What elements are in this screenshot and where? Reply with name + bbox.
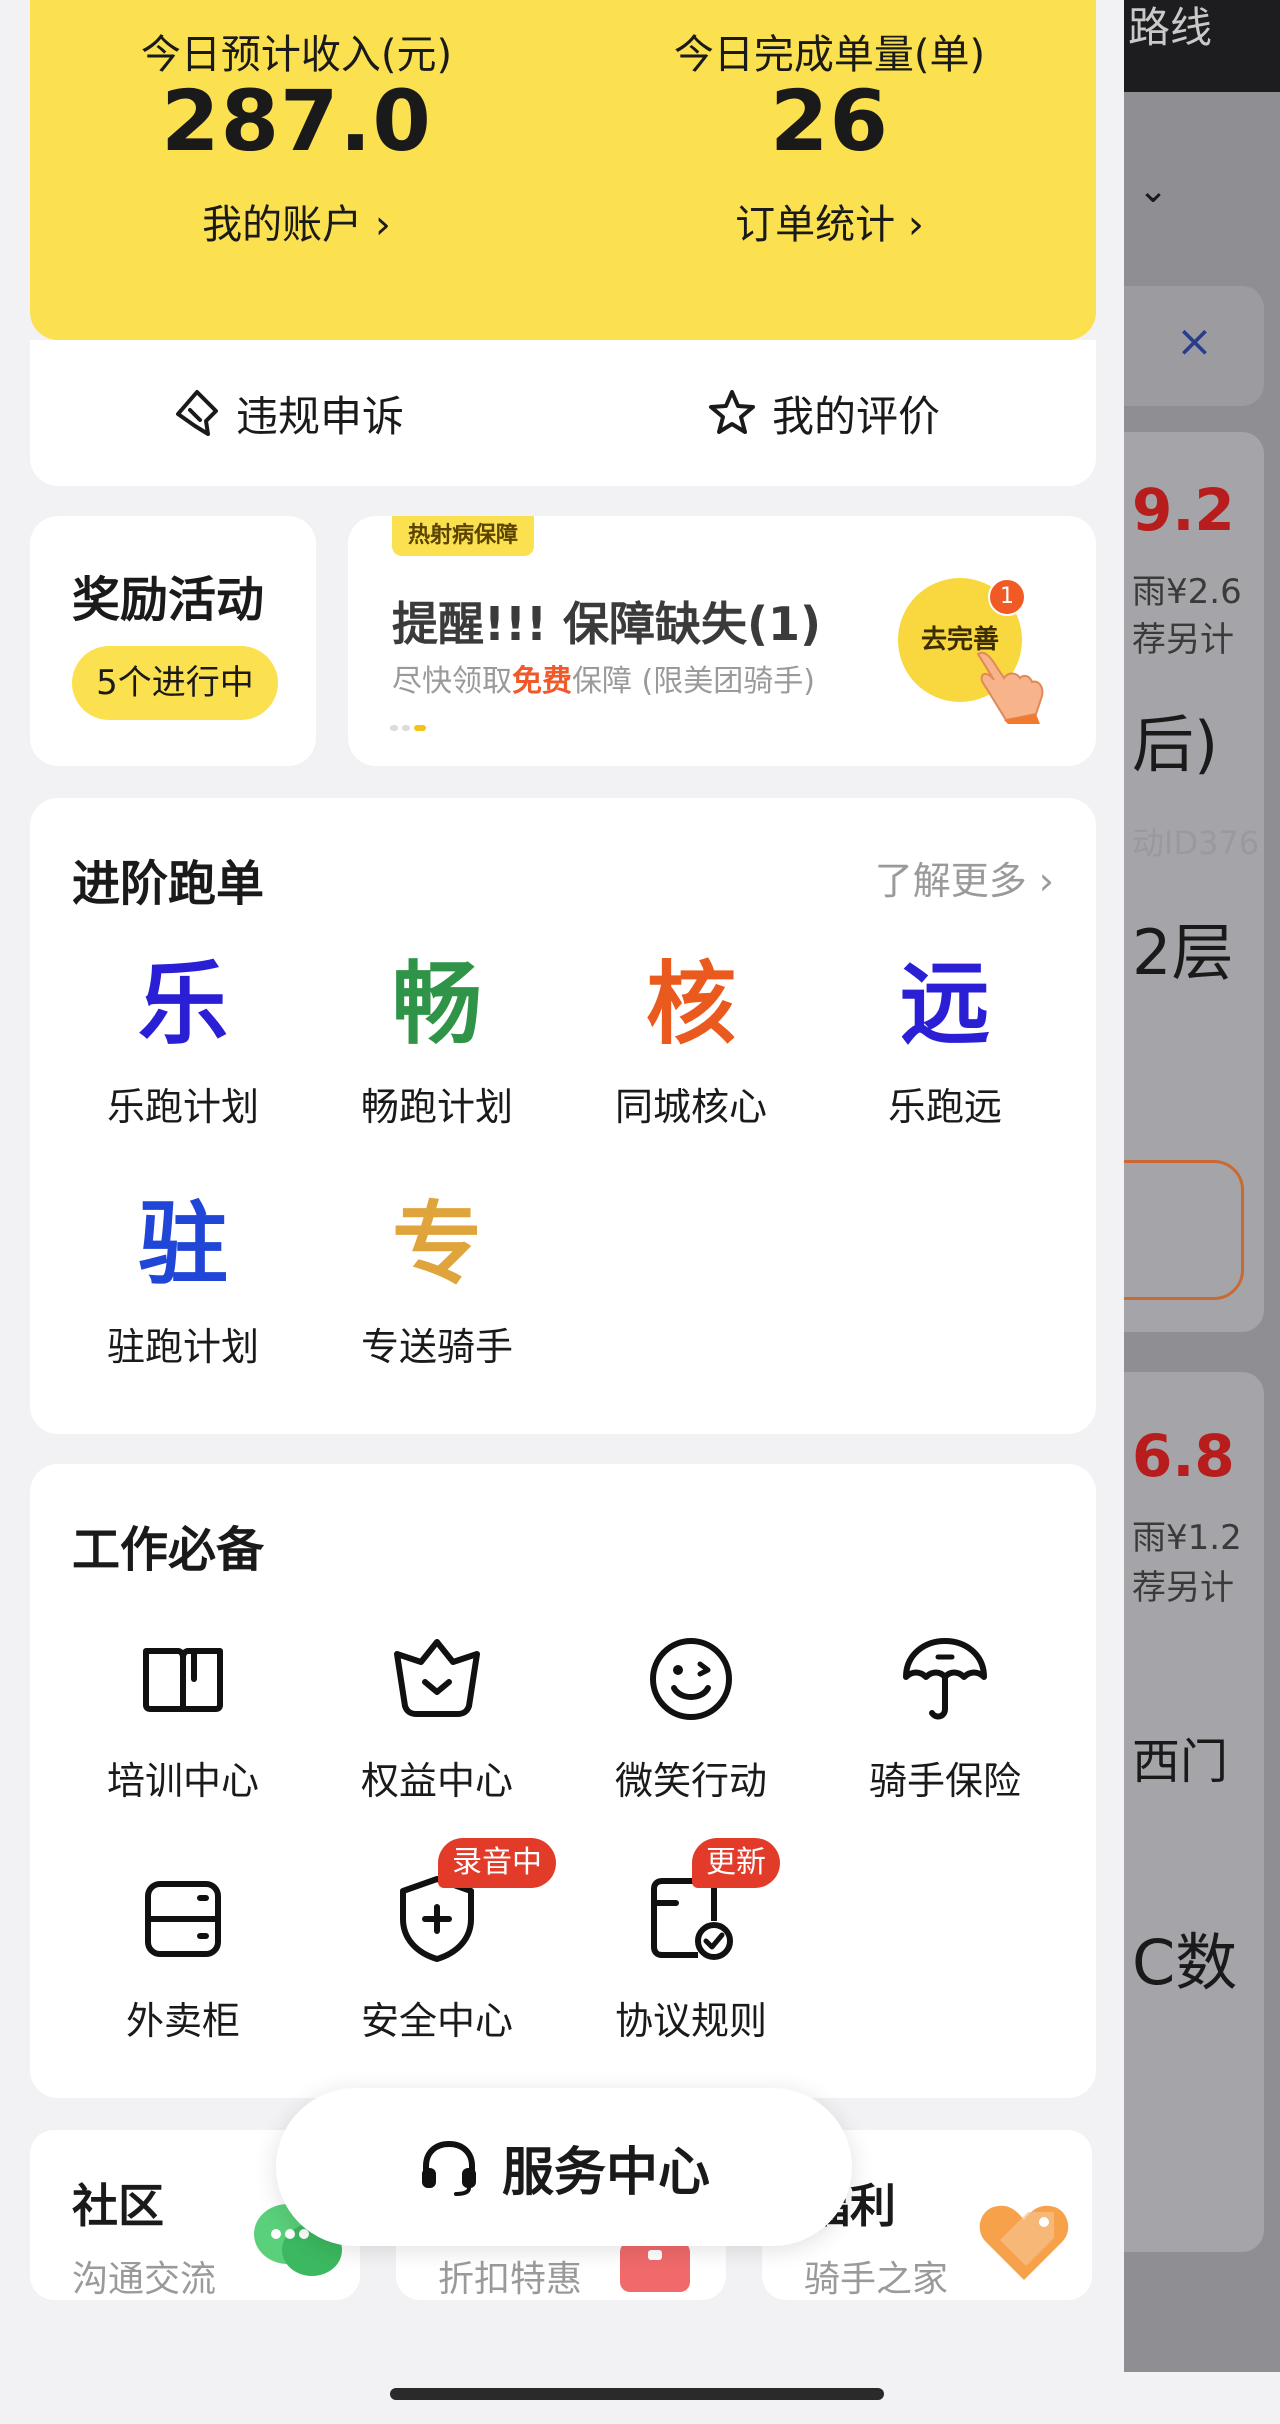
order-extra-note: 荐另计 [1132,620,1234,660]
earnings-header: 今日预计收入(元) 287.0 我的账户 › 今日完成单量(单) 26 订单统计… [30,0,1096,340]
training-center[interactable]: 培训中心 [56,1624,310,1805]
umbrella-icon [903,1638,987,1720]
close-icon: × [1176,316,1213,367]
lepao-logo-icon: 乐 [138,952,228,1057]
notice-headline: 提醒!!! 保障缺失(1) [392,597,822,651]
smile-icon [650,1638,732,1720]
notice-description: 尽快领取免费保障 (限美团骑手) [392,656,815,700]
notice-desc-suffix: 保障 (限美团骑手) [572,664,815,699]
order-rain-fee: 雨¥1.2 [1132,1518,1242,1558]
plan-label: 乐跑远 [887,1085,1002,1129]
community-subtitle: 沟通交流 [72,2259,217,2300]
service-center-button[interactable]: 服务中心 [276,2088,852,2246]
book-icon [143,1648,223,1712]
crown-icon [394,1639,480,1717]
order-extra-note: 荐另计 [1132,1568,1234,1608]
tool-label: 外卖柜 [125,1999,240,2043]
plan-label: 驻跑计划 [106,1325,259,1369]
recording-badge: 录音中 [438,1838,556,1888]
advanced-running-panel: 进阶跑单 了解更多 › 乐 乐跑计划 畅 畅跑计划 核 同城核心 远 乐跑远 驻… [30,798,1096,1434]
order-price: 9.2 [1132,476,1235,544]
background-topbar: 路线 [1124,0,1280,92]
plan-label: 畅跑计划 [360,1085,513,1129]
zhupao-logo-icon: 驻 [138,1192,228,1297]
plan-zhupao[interactable]: 驻 驻跑计划 [56,1190,310,1371]
order-price: 6.8 [1132,1422,1235,1490]
orders-value: 26 [770,72,889,170]
tool-label: 微笑行动 [614,1759,767,1803]
background-action-button [1124,1160,1244,1300]
smile-action[interactable]: 微笑行动 [564,1624,818,1805]
background-order-card-2: 6.8 雨¥1.2 荐另计 西门 C数 [1124,1372,1264,2252]
locker-icon [145,1881,221,1957]
work-essentials-title: 工作必备 [72,1522,265,1578]
side-drawer: 今日预计收入(元) 287.0 我的账户 › 今日完成单量(单) 26 订单统计… [0,0,1124,2372]
my-rating-button[interactable]: 我的评价 [706,340,940,486]
service-center-label: 服务中心 [501,2142,710,2203]
plan-label: 专送骑手 [360,1325,513,1369]
welfare-subtitle: 骑手之家 [804,2259,949,2300]
community-title: 社区 [72,2179,164,2233]
plan-lepao[interactable]: 乐 乐跑计划 [56,950,310,1131]
plan-lepaoyuan[interactable]: 远 乐跑远 [818,950,1072,1131]
background-app: 路线 ⌄ × 9.2 雨¥2.6 荐另计 后) 动ID376 2层 6.8 雨¥… [1124,0,1280,2424]
gift-icon [620,2242,690,2292]
income-value: 287.0 [161,72,432,170]
work-essentials-panel: 工作必备 培训中心 权益中心 微笑行动 骑手保险 外卖柜 录音中 安全中心 更新… [30,1464,1096,2098]
plan-tongcheng-core[interactable]: 核 同城核心 [564,950,818,1131]
plan-label: 同城核心 [614,1085,767,1129]
my-account-link[interactable]: 我的账户 › [30,192,563,250]
home-indicator[interactable] [390,2388,884,2400]
delivery-locker[interactable]: 外卖柜 [56,1864,310,2045]
tool-label: 安全中心 [360,1999,513,2043]
chevron-down-icon: ⌄ [1138,170,1169,211]
tool-label: 培训中心 [106,1759,259,1803]
appeal-label: 违规申诉 [236,391,405,441]
rating-label: 我的评价 [772,391,941,441]
changpao-logo-icon: 畅 [392,952,482,1057]
rider-insurance[interactable]: 骑手保险 [818,1624,1072,1805]
appeal-icon [176,390,218,436]
appeal-button[interactable]: 违规申诉 [172,340,404,486]
core-logo-icon: 核 [646,952,736,1057]
zhuansong-logo-icon: 专 [392,1192,482,1297]
heart-tag-icon [979,2205,1069,2280]
agreement-rules[interactable]: 更新 协议规则 [564,1838,818,2045]
pointing-hand-icon [976,651,1044,724]
star-icon [709,390,755,434]
plan-zhuansong[interactable]: 专 专送骑手 [310,1190,564,1371]
order-stats-link[interactable]: 订单统计 › [563,192,1096,250]
tool-label: 骑手保险 [868,1759,1021,1803]
order-watermark: 动ID376 [1132,824,1260,862]
plan-changpao[interactable]: 畅 畅跑计划 [310,950,564,1131]
order-label: C数 [1132,1926,1238,1999]
update-badge: 更新 [692,1838,780,1888]
complete-count-badge: 1 [988,578,1026,616]
order-rain-fee: 雨¥2.6 [1132,572,1242,612]
plan-label: 乐跑计划 [106,1085,259,1129]
rewards-status-badge: 5个进行中 [72,646,278,720]
lepaoyuan-logo-icon: 远 [900,952,990,1057]
rewards-card[interactable]: 奖励活动 5个进行中 [30,516,316,766]
background-route-label: 路线 [1128,3,1213,52]
tool-label: 权益中心 [360,1759,513,1803]
benefits-center[interactable]: 权益中心 [310,1624,564,1805]
quick-actions: 违规申诉 我的评价 [30,340,1096,486]
order-floor: 2层 [1132,916,1234,989]
learn-more-link[interactable]: 了解更多 › [875,850,1054,905]
rewards-title: 奖励活动 [72,572,265,628]
safety-center[interactable]: 录音中 安全中心 [310,1838,564,2045]
background-notice-card: × [1124,286,1264,406]
insurance-notice-card[interactable]: 热射病保障 提醒!!! 保障缺失(1) 尽快领取免费保障 (限美团骑手) 去完善… [348,516,1096,766]
discount-subtitle: 折扣特惠 [438,2259,583,2300]
headset-icon [421,2140,476,2196]
carousel-dots [390,716,430,735]
notice-desc-free: 免费 [512,664,572,699]
tool-label: 协议规则 [614,1999,767,2043]
order-location: 西门 [1132,1734,1229,1790]
notice-tag: 热射病保障 [392,516,535,556]
notice-desc-prefix: 尽快领取 [392,664,512,699]
advanced-running-title: 进阶跑单 [72,856,265,912]
order-time-note: 后) [1132,708,1219,781]
